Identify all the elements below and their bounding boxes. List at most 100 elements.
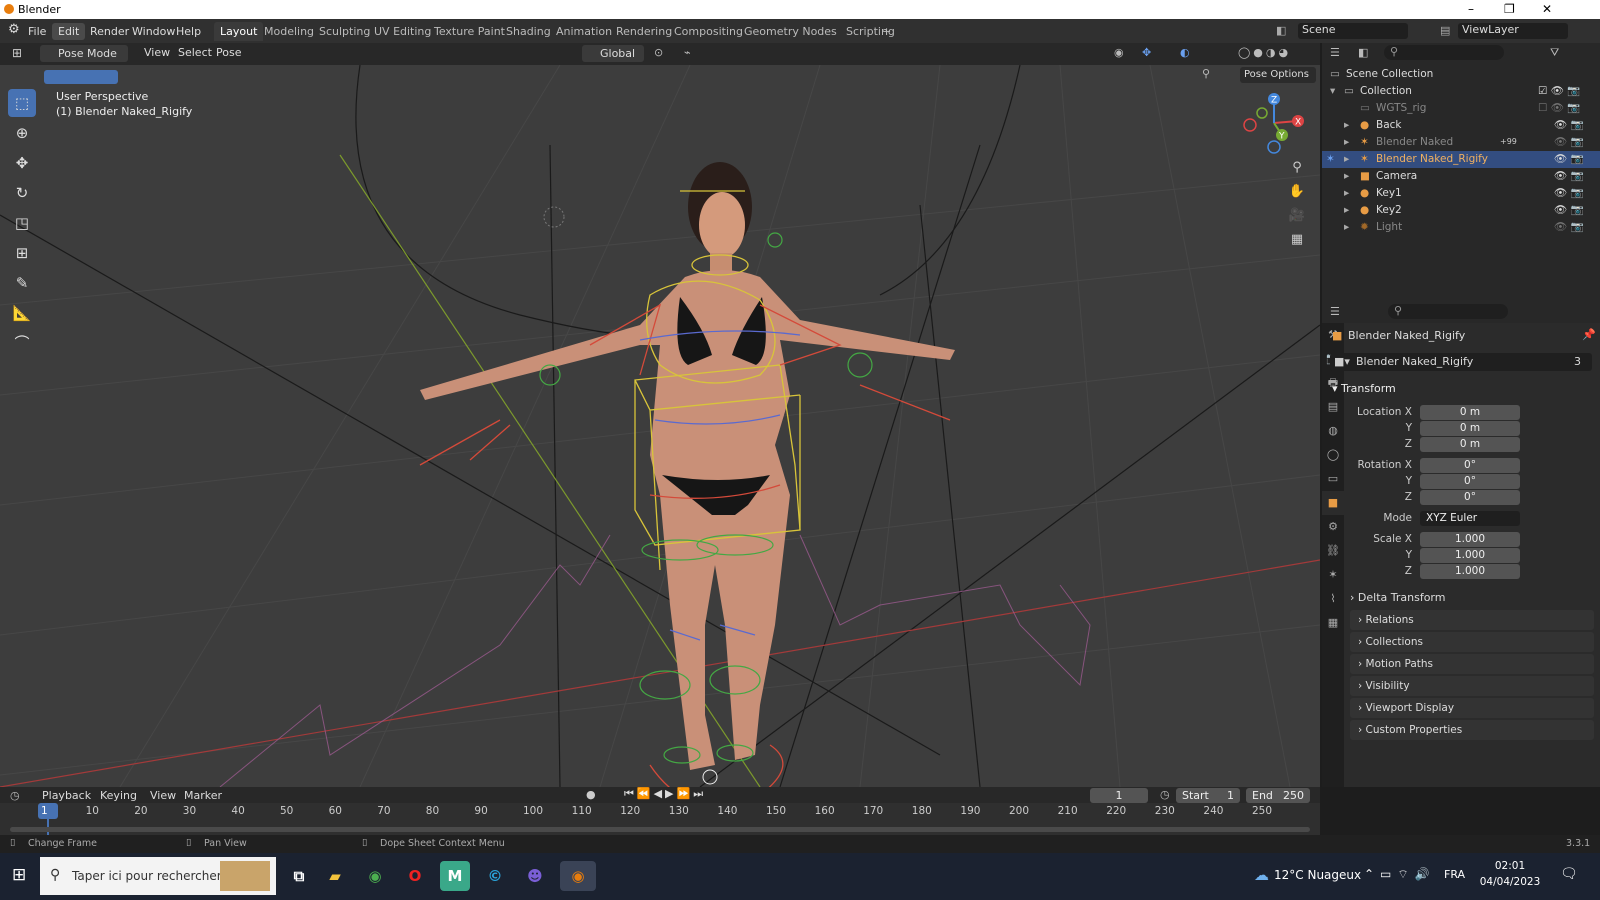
maximize-button[interactable]: ❐ bbox=[1504, 2, 1515, 16]
row-visibility-icons[interactable]: 👁 📷 bbox=[1554, 186, 1584, 199]
outliner-item-key1[interactable]: ▸ ● Key1 👁 📷 bbox=[1322, 185, 1600, 202]
language-indicator[interactable]: FRA bbox=[1444, 868, 1465, 881]
transform-panel-header[interactable]: ▾ Transform bbox=[1332, 382, 1396, 395]
motion-paths-panel[interactable]: › Motion Paths bbox=[1350, 654, 1594, 674]
camera-view-icon[interactable]: 🎥 bbox=[1286, 205, 1308, 227]
outliner-item-light[interactable]: ▸ ✹ Light 👁 📷 bbox=[1322, 219, 1600, 236]
snap-icon[interactable]: ⌁ bbox=[684, 46, 691, 59]
outliner-editor-icon[interactable]: ☰ bbox=[1330, 46, 1340, 59]
opera-icon[interactable]: O bbox=[400, 861, 430, 891]
end-frame-field[interactable]: End 250 bbox=[1246, 788, 1310, 803]
location-y-field[interactable]: 0 m bbox=[1420, 421, 1520, 436]
object-tab-icon[interactable]: ■ bbox=[1322, 491, 1344, 515]
custom-properties-panel[interactable]: › Custom Properties bbox=[1350, 720, 1594, 740]
clock-date[interactable]: 04/04/2023 bbox=[1476, 876, 1544, 888]
measure-tool-icon[interactable]: 📐 bbox=[8, 299, 36, 327]
expand-arrow-icon[interactable]: ▸ bbox=[1344, 170, 1349, 182]
scale-z-field[interactable]: 1.000 bbox=[1420, 564, 1520, 579]
expand-arrow-icon[interactable]: ▾ bbox=[1330, 85, 1335, 97]
viewlayer-selector[interactable]: ViewLayer bbox=[1458, 23, 1568, 39]
expand-arrow-icon[interactable]: ▸ bbox=[1344, 119, 1349, 131]
row-visibility-icons[interactable]: 👁 📷 bbox=[1554, 220, 1584, 233]
gizmo-toggle-icon[interactable]: ✥ bbox=[1142, 46, 1151, 59]
view-layer-tab-icon[interactable]: ▤ bbox=[1322, 395, 1344, 419]
expand-arrow-icon[interactable]: ▸ bbox=[1344, 187, 1349, 199]
rotation-z-field[interactable]: 0° bbox=[1420, 490, 1520, 505]
row-visibility-icons[interactable]: 👁 📷 bbox=[1554, 169, 1584, 182]
menu-pose[interactable]: Pose bbox=[210, 44, 247, 61]
object-datablock-field[interactable]: ■▾ Blender Naked_Rigify 3 bbox=[1330, 353, 1592, 371]
tab-texture-paint[interactable]: Texture Paint bbox=[428, 22, 511, 41]
row-visibility-icons[interactable]: 👁 📷 bbox=[1554, 135, 1584, 148]
visibility-panel[interactable]: › Visibility bbox=[1350, 676, 1594, 696]
tab-sculpting[interactable]: Sculpting bbox=[313, 22, 376, 41]
blender-taskbar-icon[interactable]: ◉ bbox=[560, 861, 596, 891]
row-visibility-icons[interactable]: 👁 📷 bbox=[1554, 118, 1584, 131]
location-z-field[interactable]: 0 m bbox=[1420, 437, 1520, 452]
scene-tab-icon[interactable]: ◍ bbox=[1322, 419, 1344, 443]
overlay-toggle-icon[interactable]: ◐ bbox=[1180, 46, 1190, 59]
ortho-grid-icon[interactable]: ▦ bbox=[1286, 229, 1308, 251]
pin-icon[interactable]: 📌 bbox=[1582, 328, 1596, 341]
playback-controls[interactable]: ⏮⏪◀▶⏩⏭ bbox=[624, 787, 706, 801]
menu-keying[interactable]: Keying bbox=[94, 787, 143, 804]
row-visibility-icons[interactable]: ☐ 👁 📷 bbox=[1538, 101, 1581, 114]
location-x-field[interactable]: 0 m bbox=[1420, 405, 1520, 420]
collection-visibility-icons[interactable]: ☑ 👁 📷 bbox=[1538, 84, 1581, 97]
menu-help[interactable]: Help bbox=[170, 23, 207, 40]
menu-view[interactable]: View bbox=[138, 44, 176, 61]
menu-playback[interactable]: Playback bbox=[36, 787, 97, 804]
scene-selector[interactable]: Scene bbox=[1298, 23, 1408, 39]
properties-search-input[interactable]: ⚲ bbox=[1388, 304, 1508, 319]
bone-tab-icon[interactable]: ⌇ bbox=[1322, 587, 1344, 611]
menu-edit[interactable]: Edit bbox=[52, 23, 86, 40]
discord-icon[interactable]: ☻ bbox=[520, 861, 550, 891]
outliner-item-wgts-rig[interactable]: ▭ WGTS_rig ☐ 👁 📷 bbox=[1322, 100, 1600, 117]
windows-start-icon[interactable]: ⊞ bbox=[12, 865, 26, 885]
delta-transform-panel[interactable]: › Delta Transform bbox=[1350, 591, 1445, 604]
editor-type-icon[interactable]: ⊞ bbox=[12, 46, 22, 60]
tab-modeling[interactable]: Modeling bbox=[258, 22, 320, 41]
outliner-item-camera[interactable]: ▸ ■ Camera 👁 📷 bbox=[1322, 168, 1600, 185]
outliner-scene-collection[interactable]: ▭ Scene Collection bbox=[1322, 66, 1600, 83]
pose-options-button[interactable]: Pose Options bbox=[1240, 67, 1316, 83]
expand-arrow-icon[interactable]: ▸ bbox=[1344, 153, 1349, 165]
select-mode-buttons[interactable] bbox=[44, 70, 118, 84]
scale-tool-icon[interactable]: ◳ bbox=[8, 209, 36, 237]
scale-y-field[interactable]: 1.000 bbox=[1420, 548, 1520, 563]
modifiers-tab-icon[interactable]: ⚙ bbox=[1322, 515, 1344, 539]
pan-hand-icon[interactable]: ✋ bbox=[1286, 181, 1308, 203]
rotation-mode-dropdown[interactable]: XYZ Euler bbox=[1420, 511, 1520, 526]
scale-x-field[interactable]: 1.000 bbox=[1420, 532, 1520, 547]
world-tab-icon[interactable]: ◯ bbox=[1322, 443, 1344, 467]
move-tool-icon[interactable]: ✥ bbox=[8, 149, 36, 177]
pose-mode-icon[interactable]: ✶ bbox=[1326, 153, 1335, 165]
viewport-display-panel[interactable]: › Viewport Display bbox=[1350, 698, 1594, 718]
menu-marker[interactable]: Marker bbox=[178, 787, 228, 804]
clock-time[interactable]: 02:01 bbox=[1484, 860, 1536, 872]
outliner-item-back[interactable]: ▸ ● Back 👁 📷 bbox=[1322, 117, 1600, 134]
blender-menu-icon[interactable]: ⚙ bbox=[8, 22, 20, 37]
tab-animation[interactable]: Animation bbox=[550, 22, 618, 41]
taskbar-search[interactable]: ⚲ Taper ici pour rechercher bbox=[40, 857, 276, 895]
3d-viewport[interactable]: ⬚ ⊕ ✥ ↻ ◳ ⊞ ✎ 📐 ⌒ User Perspective (1) B… bbox=[0, 65, 1320, 787]
collections-panel[interactable]: › Collections bbox=[1350, 632, 1594, 652]
weather-text[interactable]: 12°C Nuageux bbox=[1274, 868, 1361, 882]
mode-selector[interactable]: Pose Mode bbox=[40, 45, 128, 62]
collection-tab-icon[interactable]: ▭ bbox=[1322, 467, 1344, 491]
navigation-gizmo[interactable]: X Y Z bbox=[1240, 89, 1310, 159]
outliner-item-blender-naked[interactable]: ▸ ✶ Blender Naked +99 👁 📷 bbox=[1322, 134, 1600, 151]
pivot-icon[interactable]: ⊙ bbox=[654, 46, 663, 59]
pose-options-icon[interactable]: ⚲ bbox=[1202, 67, 1210, 80]
tab-compositing[interactable]: Compositing bbox=[668, 22, 749, 41]
tab-uv-editing[interactable]: UV Editing bbox=[368, 22, 437, 41]
row-visibility-icons[interactable]: 👁 📷 bbox=[1554, 152, 1584, 165]
menu-timeline-view[interactable]: View bbox=[144, 787, 182, 804]
tab-layout[interactable]: Layout bbox=[214, 22, 264, 41]
menu-file[interactable]: File bbox=[22, 23, 52, 40]
armature-data-tab-icon[interactable]: ✶ bbox=[1322, 563, 1344, 587]
tab-geometry-nodes[interactable]: Geometry Nodes bbox=[738, 22, 843, 41]
filter-icon[interactable]: ⛛ bbox=[1550, 46, 1559, 60]
minimize-button[interactable]: – bbox=[1468, 2, 1474, 16]
expand-arrow-icon[interactable]: ▸ bbox=[1344, 204, 1349, 216]
